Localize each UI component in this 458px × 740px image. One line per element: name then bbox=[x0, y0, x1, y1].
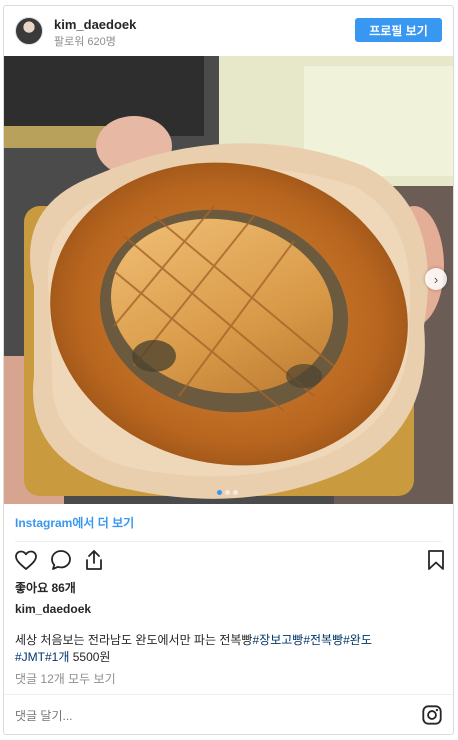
post-photo[interactable]: › bbox=[4, 56, 453, 504]
bookmark-icon[interactable] bbox=[424, 548, 448, 572]
instagram-logo-icon[interactable] bbox=[421, 704, 443, 726]
caption-text: 5500원 bbox=[69, 650, 111, 664]
divider bbox=[15, 541, 442, 542]
instagram-embed-card: kim_daedoek 팔로워 620명 프로필 보기 › Instagram에… bbox=[3, 5, 454, 735]
abalone-bread-photo bbox=[4, 56, 453, 504]
carousel-dot bbox=[233, 490, 238, 495]
hashtag-link[interactable]: #JMT#1개 bbox=[15, 650, 69, 664]
carousel-indicator bbox=[217, 490, 238, 495]
hashtag-link[interactable]: #장보고빵#전복빵#완도 bbox=[252, 633, 371, 647]
post-caption: 세상 처음보는 전라남도 완도에서만 파는 전복빵#장보고빵#전복빵#완도 #J… bbox=[15, 632, 435, 666]
action-bar bbox=[12, 548, 444, 574]
comment-input[interactable] bbox=[15, 707, 395, 725]
view-all-comments-link[interactable]: 댓글 12개 모두 보기 bbox=[15, 670, 116, 687]
post-author[interactable]: kim_daedoek bbox=[15, 602, 91, 616]
share-icon[interactable] bbox=[82, 548, 106, 572]
carousel-dot bbox=[217, 490, 222, 495]
view-more-on-instagram-link[interactable]: Instagram에서 더 보기 bbox=[15, 514, 134, 531]
post-header: kim_daedoek 팔로워 620명 프로필 보기 bbox=[4, 6, 453, 56]
follower-count: 팔로워 620명 bbox=[54, 36, 116, 48]
view-profile-button[interactable]: 프로필 보기 bbox=[355, 18, 442, 42]
caption-text: 세상 처음보는 전라남도 완도에서만 파는 전복빵 bbox=[15, 633, 253, 647]
next-photo-arrow-icon[interactable]: › bbox=[425, 268, 447, 290]
heart-icon[interactable] bbox=[14, 548, 38, 572]
like-count[interactable]: 좋아요 86개 bbox=[15, 579, 76, 596]
carousel-dot bbox=[225, 490, 230, 495]
username[interactable]: kim_daedoek bbox=[54, 17, 136, 32]
divider bbox=[4, 694, 453, 695]
comment-icon[interactable] bbox=[49, 548, 73, 572]
avatar[interactable] bbox=[15, 17, 43, 45]
